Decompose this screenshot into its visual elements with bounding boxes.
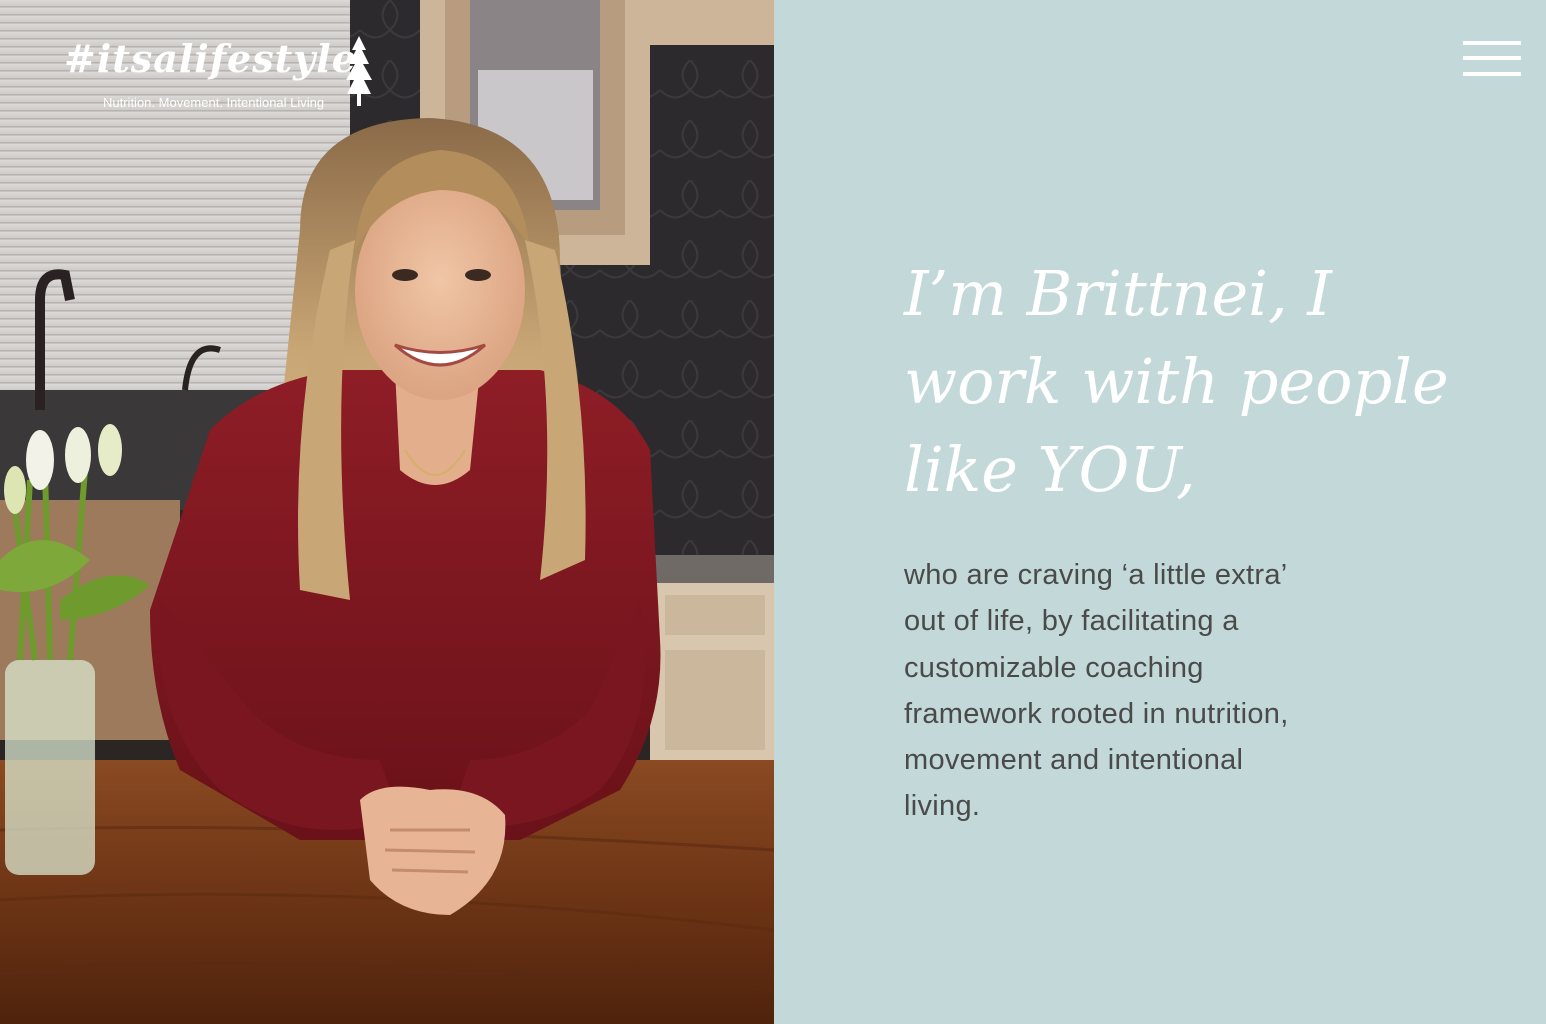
portrait-photo (0, 0, 774, 1024)
logo-tagline: Nutrition. Movement. Intentional Living (103, 95, 325, 110)
menu-bar-bottom (1463, 72, 1521, 76)
intro-panel: I’m Brittnei, I work with people like YO… (774, 0, 1546, 1024)
tree-icon (346, 36, 372, 106)
hamburger-menu-icon[interactable] (1463, 41, 1521, 77)
hero-photo-panel: #itsalifestyle Nutrition. Movement. Inte… (0, 0, 774, 1024)
brand-logo[interactable]: #itsalifestyle Nutrition. Movement. Inte… (64, 36, 384, 116)
hero-headline: I’m Brittnei, I work with people like YO… (904, 257, 1449, 506)
hero-body-text: who are craving ‘a little extra’ out of … (904, 559, 1289, 823)
page: #itsalifestyle Nutrition. Movement. Inte… (0, 0, 1546, 1024)
logo-wordmark: #itsalifestyle (64, 36, 357, 81)
menu-bar-middle (1463, 56, 1521, 60)
menu-bar-top (1463, 41, 1521, 45)
